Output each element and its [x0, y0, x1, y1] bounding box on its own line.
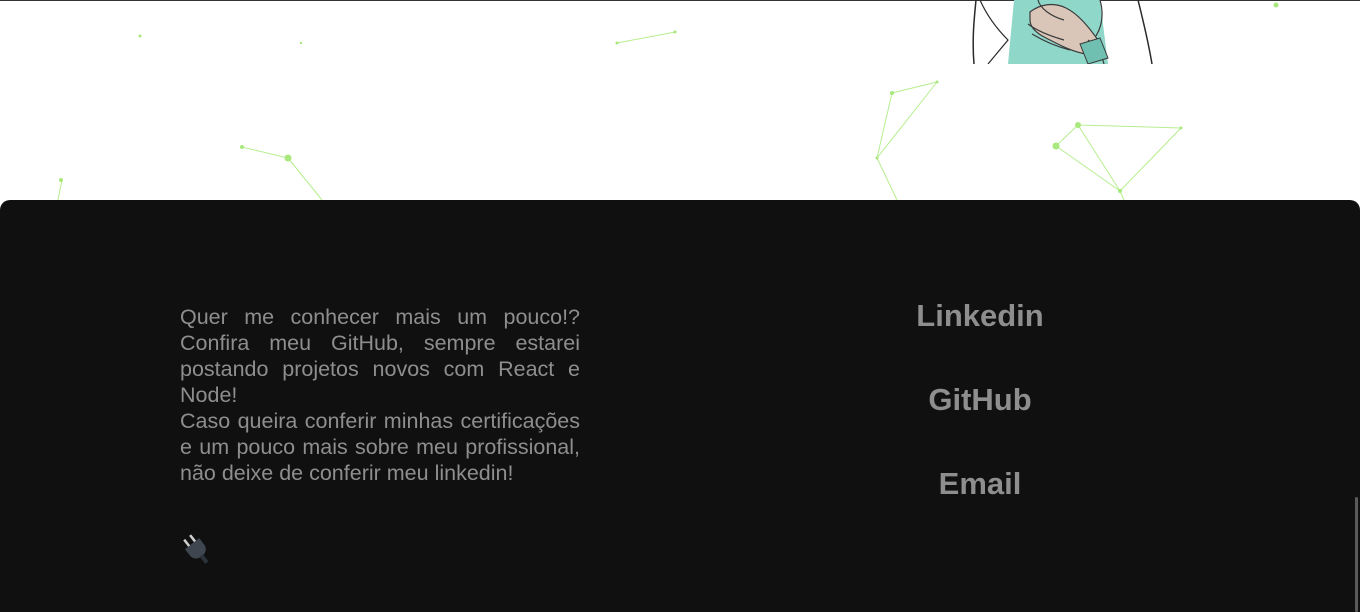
about-text: Quer me conhecer mais um pouco!? Confira… [180, 304, 580, 486]
doctor-illustration [968, 0, 1158, 64]
about-paragraph-linkedin: Caso queira conferir minhas certificaçõe… [180, 409, 580, 485]
email-link[interactable]: Email [880, 464, 1080, 548]
plug-icon [180, 532, 214, 568]
page: Quer me conhecer mais um pouco!? Confira… [0, 0, 1360, 612]
scrollbar-thumb[interactable] [1355, 497, 1358, 612]
github-link[interactable]: GitHub [880, 380, 1080, 464]
footer: Quer me conhecer mais um pouco!? Confira… [0, 200, 1360, 612]
linkedin-link[interactable]: Linkedin [880, 296, 1080, 380]
social-links: Linkedin GitHub Email [880, 296, 1080, 548]
about-paragraph-github: Quer me conhecer mais um pouco!? Confira… [180, 305, 580, 407]
